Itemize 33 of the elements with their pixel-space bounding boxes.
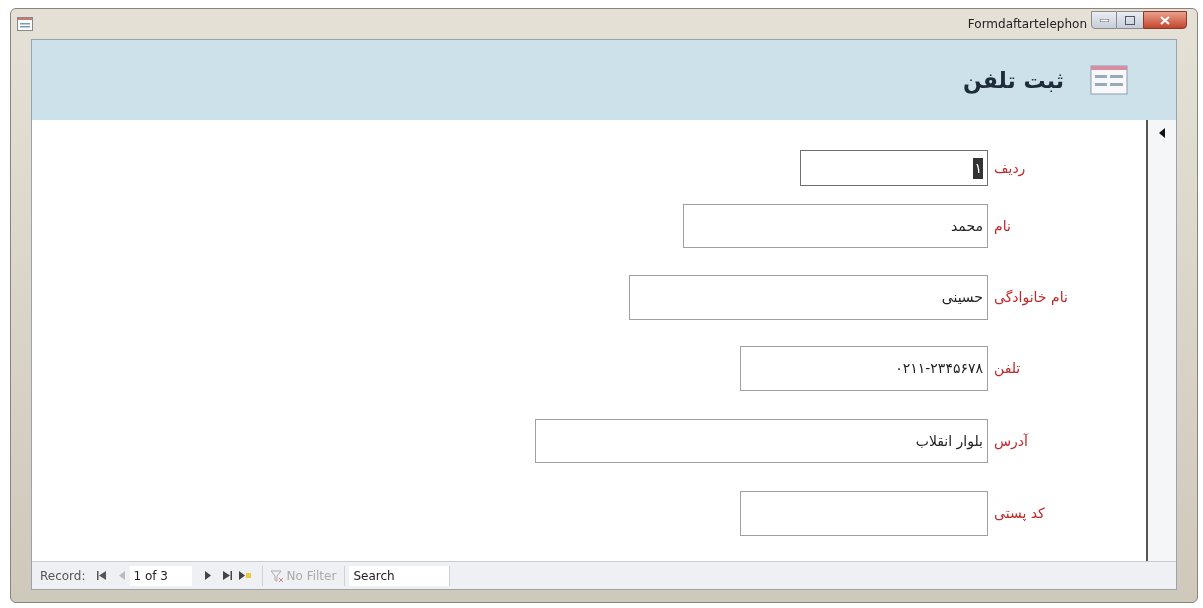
field-label: تلفن (993, 359, 1022, 379)
window-title: Formdaftartelephon (967, 16, 1087, 33)
close-icon (1160, 15, 1170, 25)
form-title: ثبت تلفن (962, 66, 1064, 96)
field-label: ردیف (993, 158, 1027, 179)
first-record-icon (97, 571, 106, 580)
form-icon (1090, 65, 1128, 95)
text-field[interactable]: محمد (683, 204, 988, 248)
field-label: نام خانوادگی (993, 288, 1068, 308)
field-label: کد پستی (993, 504, 1046, 523)
minimize-icon (1099, 18, 1109, 22)
text-field[interactable]: حسینی (629, 275, 988, 320)
field-label: آدرس (993, 431, 1030, 452)
text-field[interactable]: ۱ (800, 150, 988, 186)
next-record-icon (204, 571, 211, 580)
search-field[interactable]: Search (349, 565, 450, 586)
text-field[interactable]: ۰۲۱۱-۲۳۴۵۶۷۸ (740, 346, 988, 391)
close-button[interactable] (1143, 11, 1187, 29)
text-field[interactable]: بلوار انقلاب (535, 419, 988, 463)
field-label: نام (993, 216, 1012, 236)
last-record-icon (223, 571, 232, 580)
funnel-icon (270, 569, 283, 582)
minimize-button[interactable] (1091, 11, 1117, 29)
record-selector[interactable] (1146, 120, 1176, 561)
form-icon (17, 17, 33, 31)
record-position-field[interactable]: 1 of 3 (129, 565, 192, 586)
record-label: Record: (40, 567, 86, 585)
text-field[interactable] (740, 491, 988, 536)
maximize-button[interactable] (1117, 11, 1143, 29)
current-record-icon (1159, 128, 1165, 138)
new-record-icon (238, 571, 251, 580)
maximize-icon (1125, 15, 1135, 25)
previous-record-icon (118, 571, 125, 580)
